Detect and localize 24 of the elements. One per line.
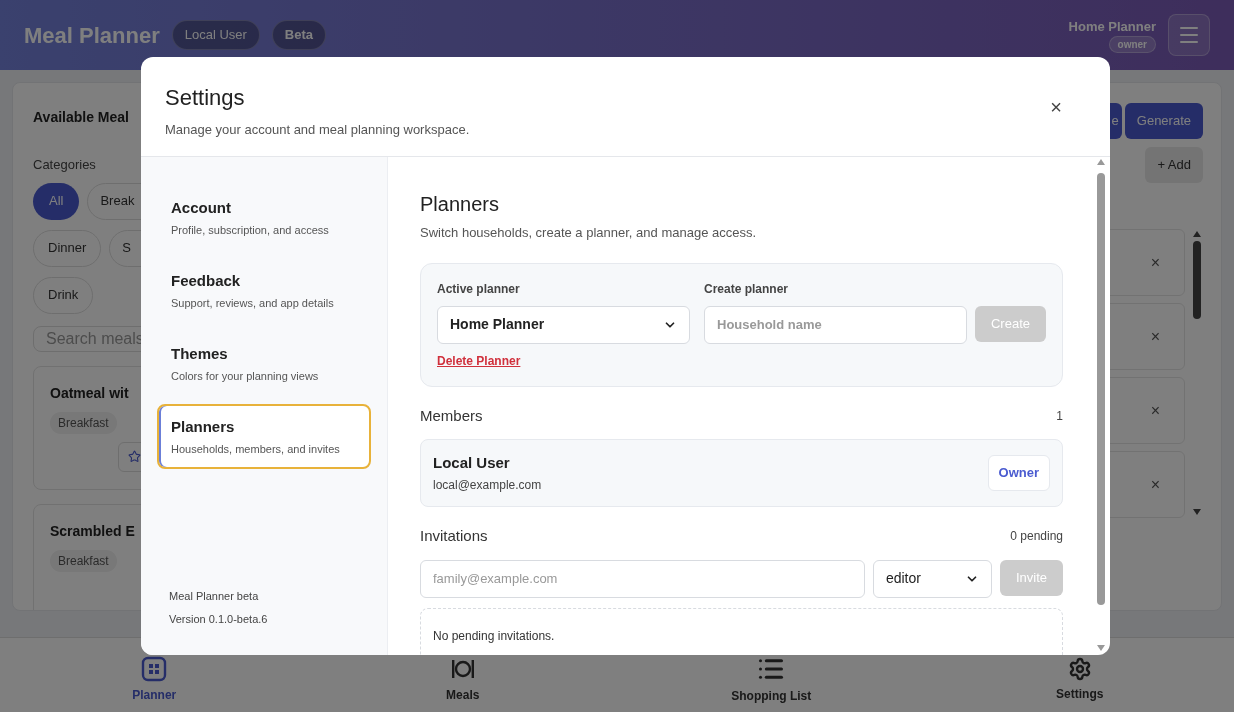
version-text: Meal Planner beta <box>169 589 260 604</box>
members-count: 1 <box>1056 407 1063 425</box>
meal-tag: Breakfast <box>50 411 117 434</box>
field-label: Active planner <box>437 280 521 298</box>
section-title: Planners <box>420 192 500 217</box>
invitations-label: Invitations <box>420 526 488 546</box>
dialog-subtitle: Manage your account and meal planning workspace. <box>165 121 470 139</box>
empty-message: No pending invitations. <box>433 628 555 643</box>
field-label: Create planner <box>704 280 790 298</box>
meal-tag: Breakfast <box>50 549 117 572</box>
section-subtitle: Switch households, create a planner, and manage access. <box>420 224 758 242</box>
version-text: Version 0.1.0-beta.6 <box>169 611 269 627</box>
pending-count: 0 pending <box>1010 528 1063 546</box>
member-name: Local User <box>433 452 511 473</box>
app-title: Meal Planner <box>24 21 160 50</box>
member-email: local@example.com <box>433 477 542 495</box>
members-label: Members <box>420 405 483 426</box>
role-badge: Owner <box>987 455 1050 491</box>
panel-title: Available Meal <box>33 108 129 127</box>
planner-name: Home Planner <box>1068 17 1156 36</box>
dialog-title: Settings <box>165 84 246 112</box>
categories-label: Categories <box>33 156 96 174</box>
meal-name: Scrambled E <box>50 521 135 541</box>
meal-name: Oatmeal wit <box>50 383 129 403</box>
